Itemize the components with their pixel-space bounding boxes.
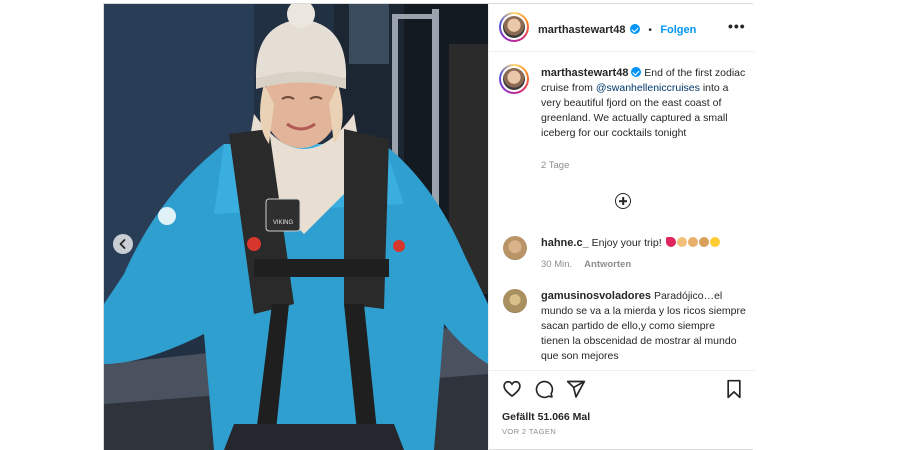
comment-username[interactable]: hahne.c_ xyxy=(541,237,589,249)
author-avatar[interactable] xyxy=(499,12,529,42)
comment-username[interactable]: gamusinosvoladores xyxy=(541,290,651,302)
caption-time: 2 Tage xyxy=(541,160,570,171)
header-user-row: marthastewart48 • Folgen xyxy=(538,20,696,38)
comment-1: hahne.c_ Enjoy your trip! xyxy=(541,236,751,251)
post-photo[interactable]: VIKING xyxy=(104,4,488,450)
comment-avatar[interactable] xyxy=(503,236,527,260)
comment-icon[interactable] xyxy=(534,379,554,399)
action-bar: Gefällt 51.066 Mal VOR 2 TAGEN xyxy=(489,370,755,450)
clap-emoji-icon xyxy=(676,237,687,247)
chevron-left-icon xyxy=(119,239,126,249)
comment-2: gamusinosvoladores Paradójico…el mundo s… xyxy=(541,289,746,364)
comment-text: Enjoy your trip! xyxy=(591,237,662,249)
verified-icon xyxy=(629,24,640,34)
clap-emoji-icon xyxy=(698,237,709,247)
comment-time: 30 Min. xyxy=(541,259,573,270)
bookmark-icon[interactable] xyxy=(725,379,743,399)
instagram-post: VIKING marthastewart48 • Folgen ••• mart… xyxy=(103,3,755,450)
jacket-label: VIKING xyxy=(273,220,294,226)
follow-button[interactable]: Folgen xyxy=(660,24,696,36)
previous-photo-button[interactable] xyxy=(113,234,133,254)
more-options-icon[interactable]: ••• xyxy=(728,18,746,34)
likes-count[interactable]: Gefällt 51.066 Mal xyxy=(502,411,590,423)
post-header: marthastewart48 • Folgen ••• xyxy=(489,4,755,52)
heart-emoji-icon xyxy=(665,237,676,247)
clap-emoji-icon xyxy=(687,237,698,247)
photo-illustration: VIKING xyxy=(104,4,488,450)
post-caption: marthastewart48 End of the first zodiac … xyxy=(541,66,746,141)
reply-button[interactable]: Antworten xyxy=(584,259,631,270)
star-struck-emoji-icon xyxy=(709,237,720,247)
caption-mention-link[interactable]: @swanhelleniccruises xyxy=(596,82,700,94)
author-username[interactable]: marthastewart48 xyxy=(538,24,625,36)
heart-icon[interactable] xyxy=(502,379,522,399)
header-separator: • xyxy=(648,25,652,36)
post-side-panel: marthastewart48 • Folgen ••• marthastewa… xyxy=(488,4,755,450)
share-icon[interactable] xyxy=(566,379,586,399)
load-more-comments-button[interactable] xyxy=(615,193,631,209)
caption-username[interactable]: marthastewart48 xyxy=(541,67,628,79)
verified-icon xyxy=(631,67,642,77)
caption-avatar[interactable] xyxy=(499,64,529,94)
comment-1-meta: 30 Min. Antworten xyxy=(541,259,643,270)
post-date: VOR 2 TAGEN xyxy=(502,427,557,436)
comment-avatar[interactable] xyxy=(503,289,527,313)
